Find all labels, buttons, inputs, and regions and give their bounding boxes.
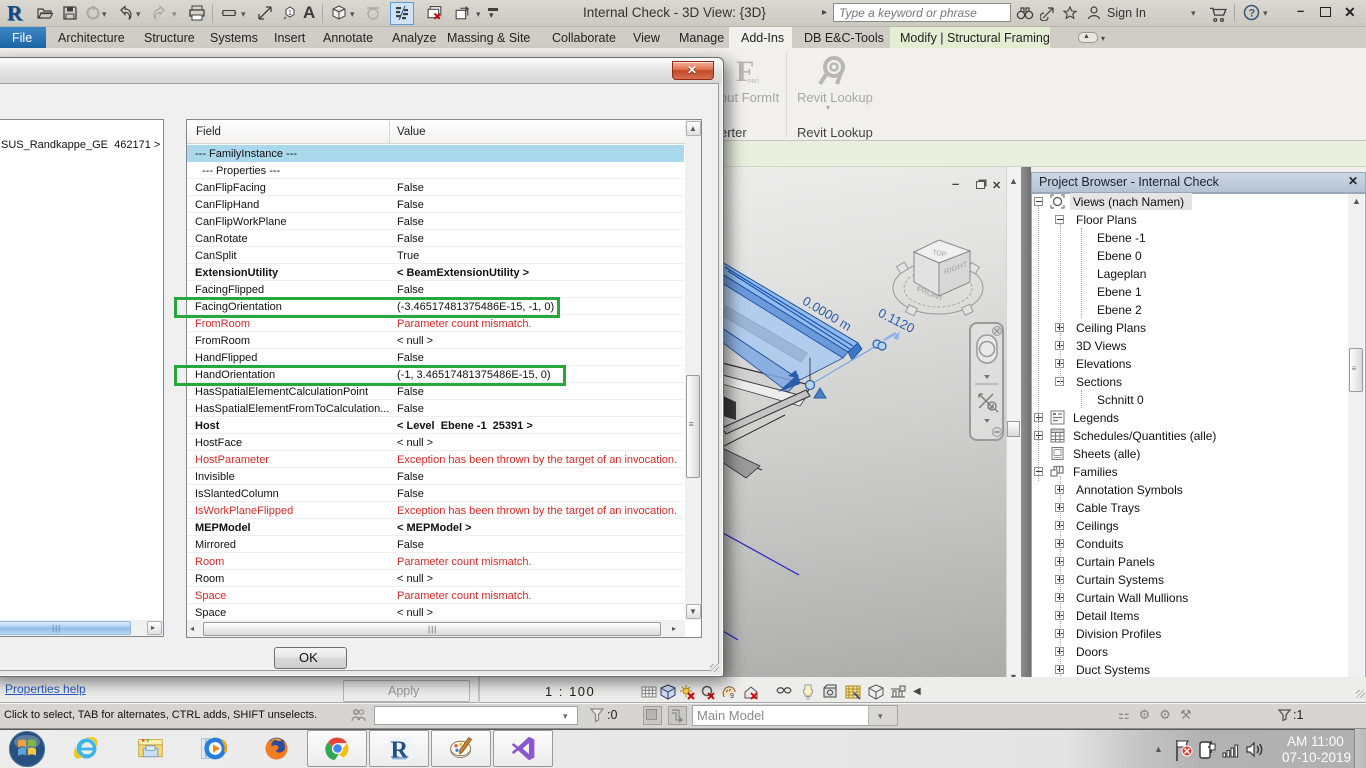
svg-text:?: ? — [1249, 8, 1256, 20]
svg-text:9: 9 — [730, 693, 734, 700]
svg-text:1: 1 — [288, 10, 292, 17]
svg-text:R: R — [7, 3, 23, 25]
